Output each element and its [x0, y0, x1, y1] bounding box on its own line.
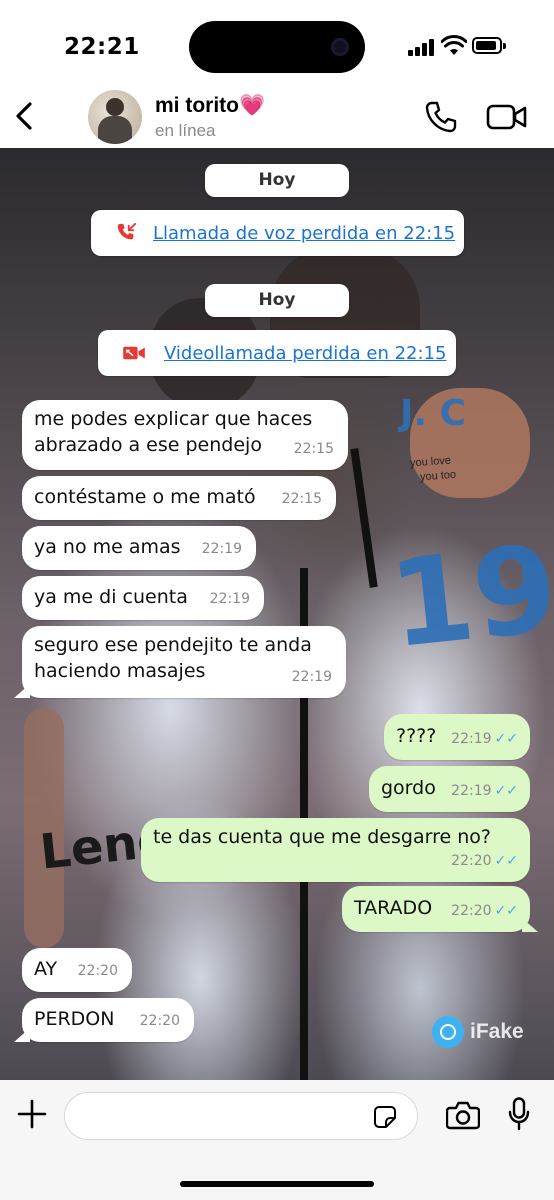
- message-text: TARADO: [354, 897, 433, 919]
- message-time: 22:15: [281, 491, 322, 507]
- message-text: PERDON: [34, 1008, 115, 1030]
- missed-call-icon: [117, 222, 137, 240]
- message-outgoing[interactable]: te das cuenta que me desgarre no? 22:20 ✓…: [141, 818, 530, 882]
- message-text: te das cuenta que me desgarre no?: [153, 826, 491, 848]
- wifi-icon: [441, 35, 467, 55]
- message-incoming[interactable]: me podes explicar que haces abrazado a e…: [22, 400, 348, 470]
- message-time: 22:19: [291, 669, 332, 685]
- microphone-icon[interactable]: [508, 1097, 530, 1131]
- message-text: contéstame o me mató: [34, 486, 256, 508]
- message-incoming[interactable]: seguro ese pendejito te anda haciendo ma…: [14, 626, 346, 698]
- back-chevron-icon[interactable]: [12, 100, 36, 132]
- message-time: 22:20: [451, 853, 492, 869]
- message-incoming[interactable]: ya me di cuenta 22:19: [22, 576, 264, 620]
- battery-icon: [472, 37, 506, 54]
- date-separator: Hoy: [205, 284, 349, 317]
- message-text: ????: [396, 725, 437, 747]
- contact-avatar[interactable]: [88, 90, 142, 144]
- watermark-text: iFake: [470, 1020, 524, 1043]
- message-outgoing[interactable]: gordo 22:19 ✓✓: [369, 766, 530, 812]
- message-meta: 22:19 ✓✓: [451, 778, 518, 804]
- phone-icon[interactable]: [424, 100, 458, 134]
- message-time: 22:15: [293, 441, 334, 457]
- message-incoming[interactable]: ya no me amas 22:19: [22, 526, 256, 570]
- sticker-icon[interactable]: [374, 1106, 396, 1128]
- message-text: gordo: [381, 777, 436, 799]
- message-time: 22:19: [451, 783, 492, 799]
- missed-video-call-notice[interactable]: Videollamada perdida en 22:15: [98, 330, 456, 376]
- video-camera-icon[interactable]: [486, 102, 528, 132]
- ifake-watermark: iFake: [432, 1016, 524, 1048]
- status-time: 22:21: [64, 34, 140, 60]
- home-indicator[interactable]: [180, 1181, 374, 1187]
- message-meta: 22:20 ✓✓: [451, 898, 518, 924]
- camera-icon[interactable]: [446, 1100, 480, 1130]
- status-bar: 22:21: [0, 0, 554, 90]
- chat-header: mi torito💗 en línea: [0, 88, 554, 148]
- missed-video-icon: [123, 346, 145, 360]
- read-ticks-icon: ✓✓: [494, 783, 518, 799]
- message-meta: 22:20 ✓✓: [451, 848, 518, 874]
- read-ticks-icon: ✓✓: [494, 903, 518, 919]
- missed-voice-call-notice[interactable]: Llamada de voz perdida en 22:15: [91, 210, 464, 256]
- message-time: 22:20: [139, 1013, 180, 1029]
- read-ticks-icon: ✓✓: [494, 731, 518, 747]
- message-incoming[interactable]: PERDON 22:20: [14, 998, 194, 1042]
- message-text: AY: [34, 958, 58, 980]
- message-text: ya me di cuenta: [34, 586, 188, 608]
- contact-name[interactable]: mi torito💗: [155, 94, 265, 118]
- cellular-signal-icon: [408, 38, 436, 56]
- ifake-logo-icon: [432, 1016, 464, 1048]
- message-input[interactable]: [64, 1092, 418, 1140]
- contact-status: en línea: [155, 121, 216, 140]
- missed-voice-call-label[interactable]: Llamada de voz perdida en 22:15: [153, 223, 455, 244]
- message-incoming[interactable]: contéstame o me mató 22:15: [22, 476, 336, 520]
- message-time: 22:20: [77, 963, 118, 979]
- message-text: seguro ese pendejito te anda haciendo ma…: [34, 634, 312, 682]
- dynamic-island: [189, 21, 365, 73]
- message-outgoing[interactable]: ???? 22:19 ✓✓: [384, 714, 530, 760]
- message-outgoing[interactable]: TARADO 22:20 ✓✓: [342, 886, 538, 932]
- message-time: 22:19: [201, 541, 242, 557]
- message-text: me podes explicar que haces abrazado a e…: [34, 408, 313, 456]
- chat-area[interactable]: 19 J. C Leno you love you too Hoy Llamad…: [0, 148, 554, 1080]
- message-time: 22:19: [209, 591, 250, 607]
- read-ticks-icon: ✓✓: [494, 853, 518, 869]
- plus-icon[interactable]: [16, 1098, 48, 1130]
- date-separator: Hoy: [205, 164, 349, 197]
- missed-video-call-label[interactable]: Videollamada perdida en 22:15: [164, 343, 446, 364]
- message-incoming[interactable]: AY 22:20: [22, 948, 132, 992]
- message-time: 22:19: [451, 731, 492, 747]
- message-composer: [0, 1080, 554, 1200]
- message-time: 22:20: [451, 903, 492, 919]
- front-camera: [331, 38, 349, 56]
- message-text: ya no me amas: [34, 536, 181, 558]
- message-meta: 22:19 ✓✓: [451, 726, 518, 752]
